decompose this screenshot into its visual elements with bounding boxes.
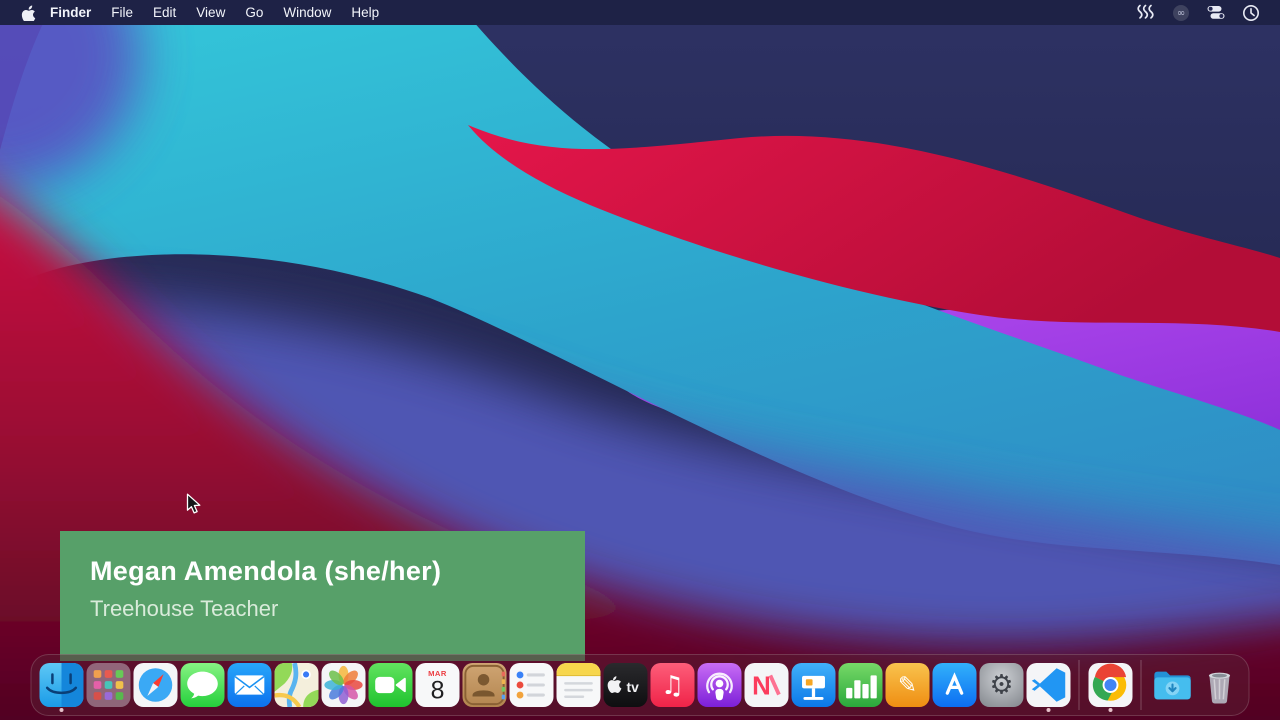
launchpad-icon: [86, 663, 130, 707]
menu-help[interactable]: Help: [341, 0, 389, 25]
clock-icon[interactable]: [1242, 4, 1260, 22]
svg-text:⚙: ⚙: [989, 670, 1013, 701]
facetime-icon: [368, 663, 412, 707]
menu-bar-items: FinderFileEditViewGoWindowHelp: [0, 0, 389, 25]
dock-item-chrome[interactable]: [1088, 663, 1132, 707]
wavy-lines-icon[interactable]: [1136, 4, 1155, 21]
safari-icon: [133, 663, 177, 707]
menu-file[interactable]: File: [101, 0, 143, 25]
chrome-icon: [1088, 663, 1132, 707]
music-icon: ♫: [650, 663, 694, 707]
menu-go[interactable]: Go: [235, 0, 273, 25]
dock-item-vscode[interactable]: [1026, 663, 1070, 707]
dock-item-music[interactable]: ♫: [650, 663, 694, 707]
reminders-icon: [509, 663, 553, 707]
running-indicator: [1046, 708, 1050, 712]
dock-item-keynote[interactable]: [791, 663, 835, 707]
menu-edit[interactable]: Edit: [143, 0, 186, 25]
menu-bar: FinderFileEditViewGoWindowHelp ∞: [0, 0, 1280, 25]
banner-name: Megan Amendola (she/her): [90, 556, 585, 587]
menu-bar-status: ∞: [1136, 0, 1260, 25]
dock-item-numbers[interactable]: [838, 663, 882, 707]
banner-role: Treehouse Teacher: [90, 596, 585, 622]
dock-item-facetime[interactable]: [368, 663, 412, 707]
news-icon: N: [744, 663, 788, 707]
contacts-icon: [462, 663, 506, 707]
dock-item-photos[interactable]: [321, 663, 365, 707]
notes-icon: [556, 663, 600, 707]
pages-icon: ✎: [885, 663, 929, 707]
svg-text:N: N: [752, 673, 771, 701]
desktop: FinderFileEditViewGoWindowHelp ∞ Megan A…: [0, 0, 1280, 720]
svg-text:tv: tv: [626, 679, 639, 695]
vscode-icon: [1026, 663, 1070, 707]
dock-item-reminders[interactable]: [509, 663, 553, 707]
appstore-icon: [932, 663, 976, 707]
svg-text:✎: ✎: [897, 673, 916, 699]
dock-item-systemprefs[interactable]: ⚙: [979, 663, 1023, 707]
dock-item-appletv[interactable]: tv: [603, 663, 647, 707]
svg-text:8: 8: [430, 676, 444, 704]
numbers-icon: [838, 663, 882, 707]
dock-item-messages[interactable]: [180, 663, 224, 707]
dock-item-launchpad[interactable]: [86, 663, 130, 707]
dock-item-pages[interactable]: ✎: [885, 663, 929, 707]
dock-item-appstore[interactable]: [932, 663, 976, 707]
podcasts-icon: [697, 663, 741, 707]
messages-icon: [180, 663, 224, 707]
dock-item-downloads[interactable]: [1150, 663, 1194, 707]
apple-menu-icon[interactable]: [21, 4, 36, 21]
calendar-icon: MAR8: [415, 663, 459, 707]
dock: MAR8 tv ♫ N ✎ ⚙: [31, 654, 1250, 716]
control-center-icon[interactable]: [1207, 5, 1225, 20]
maps-icon: [274, 663, 318, 707]
systemprefs-icon: ⚙: [979, 663, 1023, 707]
dock-item-mail[interactable]: [227, 663, 271, 707]
dock-separator: [1079, 660, 1080, 710]
running-indicator: [59, 708, 63, 712]
appletv-icon: tv: [603, 663, 647, 707]
photos-icon: [321, 663, 365, 707]
running-indicator: [1108, 708, 1112, 712]
finder-icon: [39, 663, 83, 707]
svg-text:∞: ∞: [1177, 8, 1185, 19]
menu-window[interactable]: Window: [273, 0, 341, 25]
trash-icon: [1197, 663, 1241, 707]
dock-separator: [1141, 660, 1142, 710]
dock-item-news[interactable]: N: [744, 663, 788, 707]
menu-finder[interactable]: Finder: [40, 0, 101, 25]
dock-item-calendar[interactable]: MAR8: [415, 663, 459, 707]
svg-text:♫: ♫: [660, 671, 683, 701]
menu-view[interactable]: View: [186, 0, 235, 25]
downloads-icon: [1150, 663, 1194, 707]
lower-third-banner: Megan Amendola (she/her) Treehouse Teach…: [60, 531, 585, 661]
dock-item-notes[interactable]: [556, 663, 600, 707]
dock-item-podcasts[interactable]: [697, 663, 741, 707]
adobe-creative-cloud-icon[interactable]: ∞: [1172, 4, 1190, 22]
dock-item-trash[interactable]: [1197, 663, 1241, 707]
keynote-icon: [791, 663, 835, 707]
dock-item-safari[interactable]: [133, 663, 177, 707]
dock-item-contacts[interactable]: [462, 663, 506, 707]
dock-item-finder[interactable]: [39, 663, 83, 707]
mail-icon: [227, 663, 271, 707]
dock-item-maps[interactable]: [274, 663, 318, 707]
